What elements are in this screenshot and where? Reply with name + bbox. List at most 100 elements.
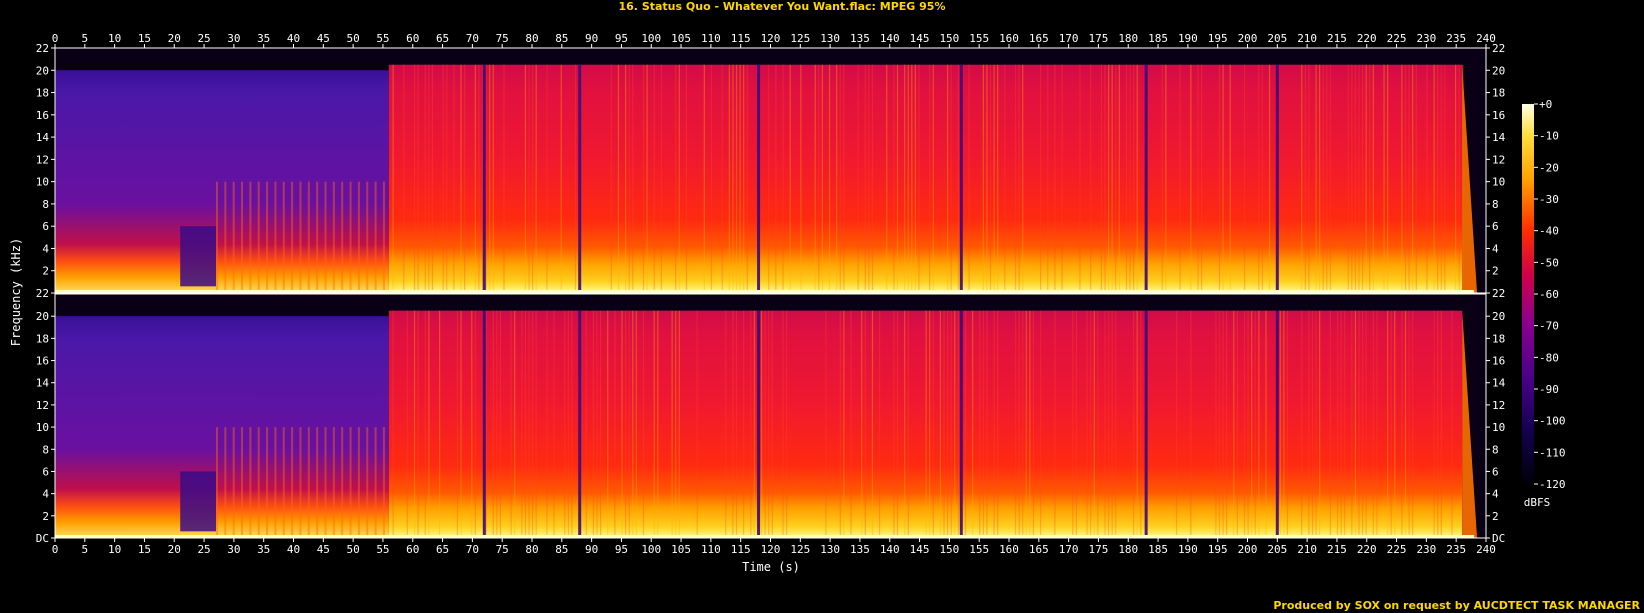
texture-streak [1243, 64, 1246, 293]
texture-streak [929, 64, 931, 293]
beat-streak [332, 427, 335, 538]
texture-streak [1369, 64, 1371, 293]
x-tick-label: 155 [969, 543, 989, 556]
texture-streak [625, 64, 627, 293]
texture-streak [1258, 64, 1260, 293]
dropout-gap [959, 310, 963, 538]
texture-streak [528, 64, 530, 293]
y-tick-label: 4 [1492, 242, 1499, 255]
x-tick-label: 240 [1476, 32, 1496, 45]
x-tick-label: 50 [347, 32, 360, 45]
x-tick-label: 145 [910, 543, 930, 556]
y-tick-label: 20 [1492, 310, 1505, 323]
y-tick-label: 12 [36, 153, 49, 166]
texture-streak [725, 310, 727, 538]
beat-streak [299, 181, 302, 293]
y-tick-label: 14 [36, 377, 50, 390]
texture-streak [614, 310, 616, 538]
texture-streak [553, 310, 555, 538]
colorbar-tick-label: +0 [1539, 98, 1552, 111]
texture-streak [864, 310, 866, 538]
texture-streak [653, 64, 655, 293]
texture-streak [478, 64, 480, 293]
y-tick-label: 8 [1492, 443, 1499, 456]
texture-streak [1086, 310, 1088, 538]
texture-streak [1415, 64, 1417, 293]
colorbar-tick-label: -70 [1539, 320, 1559, 333]
texture-streak [521, 310, 523, 538]
texture-streak [1351, 310, 1353, 538]
texture-streak [989, 64, 992, 293]
texture-streak [1111, 64, 1113, 293]
y-tick-label: 8 [42, 198, 49, 211]
texture-streak [599, 310, 602, 538]
texture-streak [879, 310, 881, 538]
texture-streak [585, 310, 587, 538]
texture-streak [1129, 64, 1131, 293]
texture-streak [1361, 64, 1364, 293]
texture-streak [789, 64, 791, 293]
texture-streak [1061, 64, 1063, 293]
texture-streak [735, 64, 738, 293]
texture-streak [1322, 64, 1324, 293]
texture-streak [968, 64, 970, 293]
texture-streak [939, 310, 942, 538]
texture-streak [535, 64, 537, 293]
texture-streak [1347, 64, 1349, 293]
texture-streak [1279, 310, 1281, 538]
texture-streak [1387, 64, 1389, 293]
x-tick-label: 180 [1118, 543, 1138, 556]
x-tick-label: 65 [436, 32, 449, 45]
x-tick-label: 215 [1327, 543, 1347, 556]
texture-streak [1100, 64, 1103, 293]
texture-streak [1090, 310, 1092, 538]
texture-streak [413, 310, 416, 538]
x-tick-label: 125 [790, 32, 810, 45]
texture-streak [1440, 64, 1442, 293]
x-tick-label: 210 [1297, 543, 1317, 556]
texture-streak [1319, 64, 1321, 293]
texture-streak [1268, 64, 1271, 293]
texture-streak [1118, 64, 1120, 293]
beat-streak [341, 427, 344, 538]
footer-credit: Produced by SOX on request by AUCDTECT T… [1273, 599, 1640, 612]
texture-streak [1175, 310, 1178, 538]
x-tick-label: 210 [1297, 32, 1317, 45]
x-tick-label: 95 [615, 32, 628, 45]
texture-streak [782, 310, 784, 538]
texture-streak [1047, 64, 1049, 293]
x-tick-label: 235 [1446, 543, 1466, 556]
y-tick-label: 20 [1492, 64, 1505, 77]
texture-streak [1251, 310, 1253, 538]
beat-streak [332, 181, 335, 293]
texture-streak [821, 64, 823, 293]
texture-streak [1004, 64, 1006, 293]
texture-streak [496, 310, 498, 538]
texture-streak [678, 64, 680, 293]
texture-streak [982, 310, 984, 538]
x-tick-label: 170 [1059, 543, 1079, 556]
beat-streak [224, 427, 227, 538]
texture-streak [814, 64, 816, 293]
y-tick-label: 6 [42, 465, 49, 478]
texture-streak [1265, 310, 1267, 538]
x-tick-label: 180 [1118, 32, 1138, 45]
texture-streak [728, 64, 730, 293]
texture-streak [1222, 310, 1224, 538]
x-axis-label: Time (s) [742, 560, 800, 574]
colorbar-tick-label: -50 [1539, 256, 1559, 269]
texture-streak [1032, 310, 1035, 538]
beat-streak [282, 427, 285, 538]
x-tick-label: 20 [168, 32, 181, 45]
x-tick-label: 45 [317, 543, 330, 556]
texture-streak [1093, 310, 1095, 538]
beat-streak [241, 427, 244, 538]
texture-streak [743, 310, 745, 538]
texture-streak [868, 64, 870, 293]
texture-streak [571, 310, 573, 538]
texture-streak [850, 310, 852, 538]
texture-streak [1301, 310, 1303, 538]
texture-streak [524, 64, 527, 293]
texture-streak [546, 310, 548, 538]
texture-streak [671, 310, 673, 538]
